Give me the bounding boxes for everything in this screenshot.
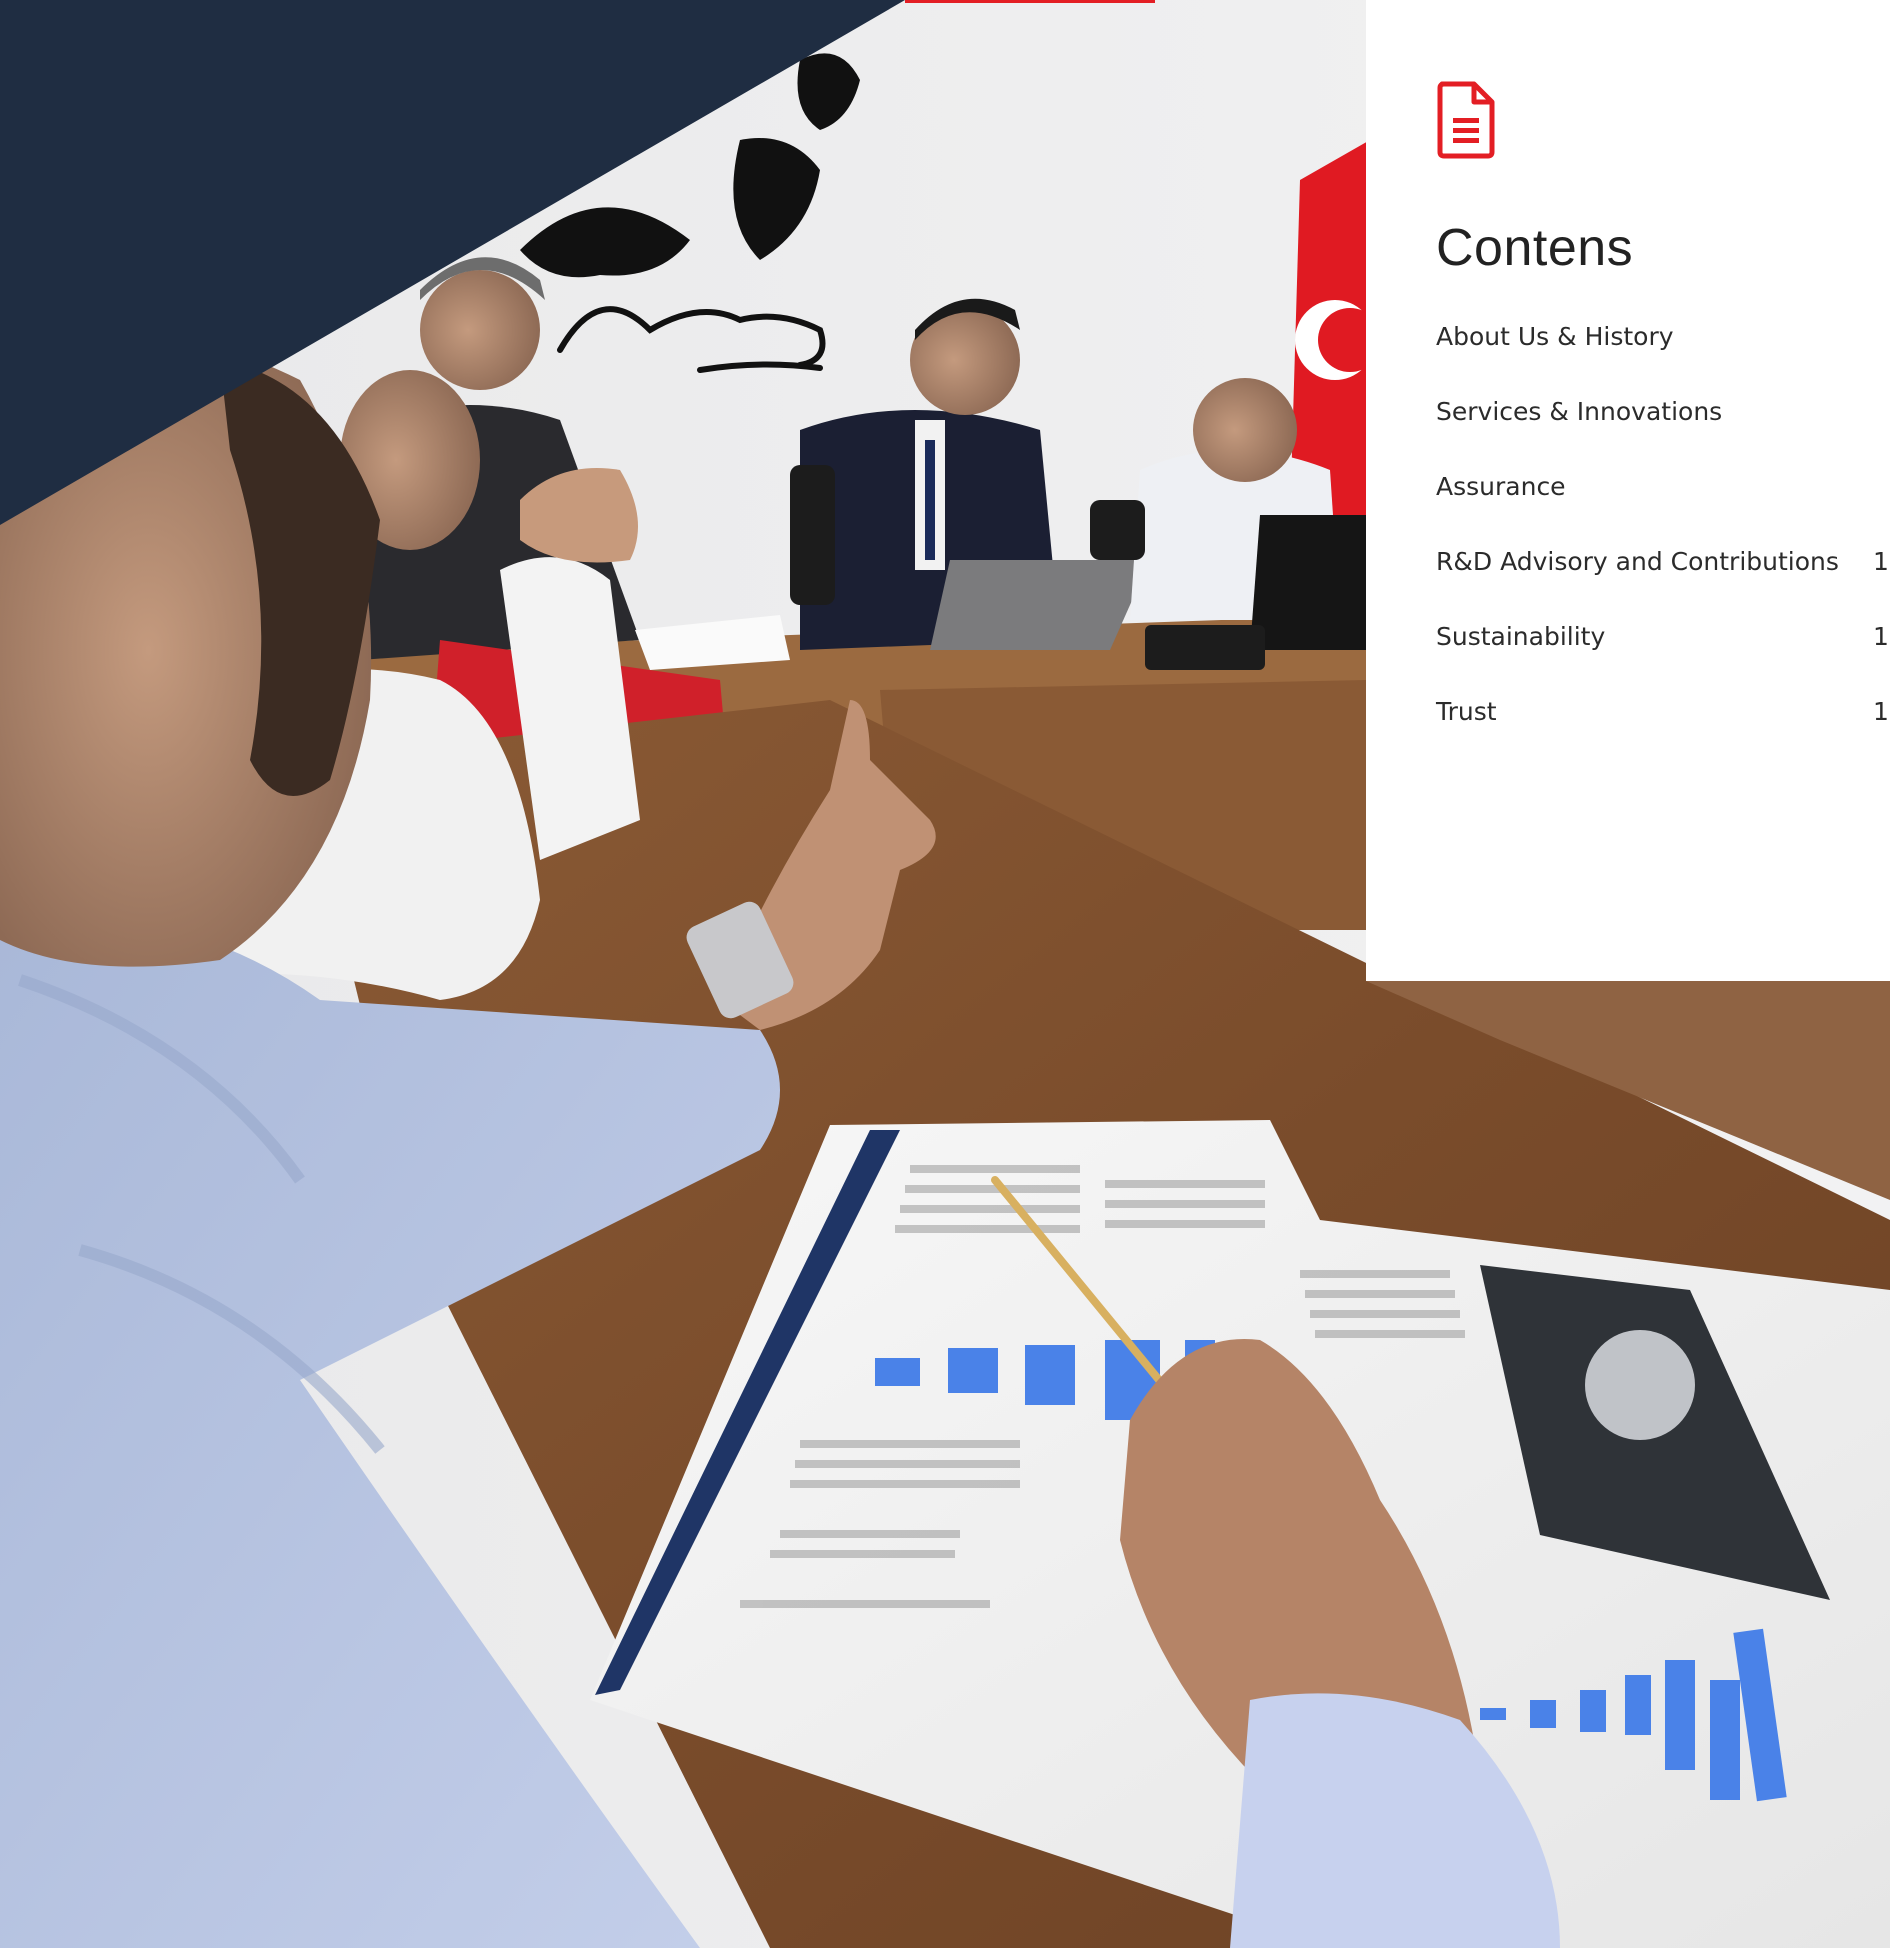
toc-label: R&D Advisory and Contributions (1436, 547, 1839, 576)
toc-label: About Us & History (1436, 322, 1674, 351)
toc-label: Sustainability (1436, 622, 1606, 651)
toc-label: Services & Innovations (1436, 397, 1723, 426)
toc-page-number: 1 (1873, 622, 1889, 651)
contents-panel: Contens About Us & History Services & In… (1366, 0, 1890, 981)
toc-item-sustainability[interactable]: Sustainability 1 (1436, 622, 1890, 697)
brochure-page: Contens About Us & History Services & In… (0, 0, 1890, 1948)
document-icon (1437, 81, 1495, 159)
table-of-contents: About Us & History Services & Innovation… (1436, 322, 1890, 772)
toc-item-trust[interactable]: Trust 1 (1436, 697, 1890, 772)
contents-title: Contens (1436, 219, 1634, 277)
toc-item-services[interactable]: Services & Innovations (1436, 397, 1890, 472)
toc-label: Assurance (1436, 472, 1566, 501)
toc-item-about-us[interactable]: About Us & History (1436, 322, 1890, 397)
toc-item-rd-advisory[interactable]: R&D Advisory and Contributions 1 (1436, 547, 1890, 622)
toc-page-number: 1 (1873, 697, 1889, 726)
toc-page-number: 1 (1873, 547, 1889, 576)
toc-item-assurance[interactable]: Assurance (1436, 472, 1890, 547)
toc-label: Trust (1436, 697, 1497, 726)
